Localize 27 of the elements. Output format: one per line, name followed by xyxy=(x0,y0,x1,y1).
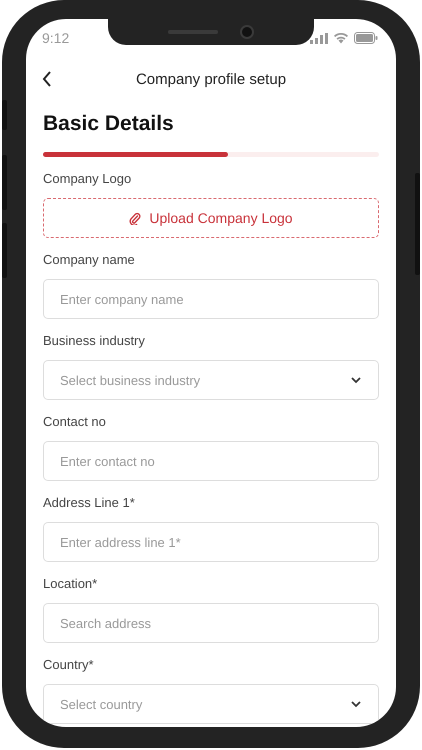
upload-button[interactable]: Upload Company Logo xyxy=(43,198,379,238)
wifi-icon xyxy=(333,32,349,44)
camera-icon xyxy=(240,25,254,39)
field-label: Address Line 1* xyxy=(43,495,135,511)
chevron-down-icon xyxy=(350,700,362,708)
field-label: Country* xyxy=(43,657,94,673)
select-placeholder: Select country xyxy=(60,696,142,712)
field-label: Business industry xyxy=(43,333,145,349)
select-field[interactable]: Select business industry xyxy=(43,360,379,400)
field-label: Company Logo xyxy=(43,171,132,187)
input-field[interactable]: Enter company name xyxy=(43,279,379,319)
chevron-down-icon xyxy=(350,376,362,384)
paperclip-icon xyxy=(129,212,142,224)
select-placeholder: Select business industry xyxy=(60,372,200,388)
field-label: Contact no xyxy=(43,414,106,430)
section-title: Basic Details xyxy=(43,112,175,136)
screen-title: Company profile setup xyxy=(136,70,286,88)
signal-icon xyxy=(310,32,328,44)
input-field[interactable]: Enter contact no xyxy=(43,441,379,481)
battery-icon xyxy=(354,32,378,44)
field-label: Company name xyxy=(43,252,135,268)
back-button[interactable] xyxy=(42,71,52,87)
status-time: 9:12 xyxy=(42,30,70,46)
input-field[interactable]: Search address xyxy=(43,603,379,643)
select-field[interactable]: Select country xyxy=(43,684,379,724)
input-field[interactable]: Enter address line 1* xyxy=(43,522,379,562)
field-label: Location* xyxy=(43,576,98,592)
